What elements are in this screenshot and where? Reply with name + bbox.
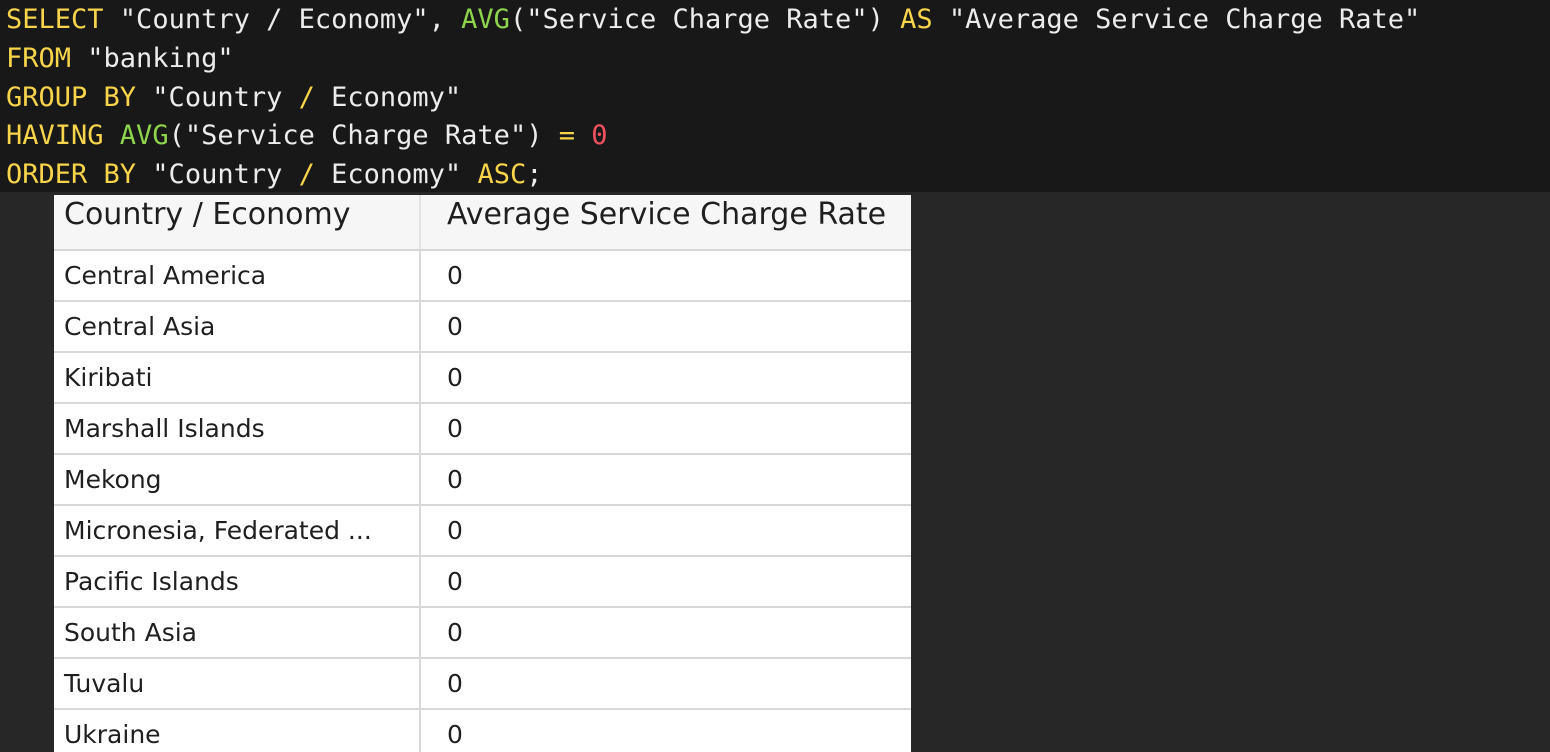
sql-number-literal: 0 xyxy=(591,120,608,152)
sql-line-select: SELECT "Country / Economy", AVG("Service… xyxy=(6,1,1550,40)
page: SELECT "Country / Economy", AVG("Service… xyxy=(0,0,1550,752)
cell-country-economy: Mekong xyxy=(54,454,420,506)
table-row[interactable]: Mekong 0 xyxy=(54,454,911,506)
sql-function-avg: AVG xyxy=(103,120,169,152)
sql-query-editor[interactable]: SELECT "Country / Economy", AVG("Service… xyxy=(0,0,1550,192)
table-row[interactable]: Tuvalu 0 xyxy=(54,658,911,710)
table-row[interactable]: Kiribati 0 xyxy=(54,352,911,404)
sql-line-having: HAVING AVG("Service Charge Rate") = 0 xyxy=(6,117,1550,156)
cell-average-service-charge-rate: 0 xyxy=(419,301,911,353)
cell-average-service-charge-rate: 0 xyxy=(419,454,911,506)
column-header-average-service-charge-rate[interactable]: Average Service Charge Rate xyxy=(419,195,911,251)
cell-country-economy: Kiribati xyxy=(54,352,420,404)
cell-average-service-charge-rate: 0 xyxy=(419,403,911,455)
table-row[interactable]: Central America 0 xyxy=(54,250,911,302)
sql-column-alias: "Average Service Charge Rate" xyxy=(932,4,1421,35)
query-results-panel: Country / Economy Average Service Charge… xyxy=(54,195,911,752)
sql-function-argument: ("Service Charge Rate") xyxy=(509,4,901,35)
sql-line-group-by: GROUP BY "Country / Economy" xyxy=(6,79,1550,118)
table-row[interactable]: South Asia 0 xyxy=(54,607,911,659)
sql-line-order-by: ORDER BY "Country / Economy" ASC; xyxy=(6,156,1550,192)
cell-country-economy: Central Asia xyxy=(54,301,420,353)
sql-order-column-start: "Country xyxy=(136,159,299,191)
cell-country-economy: Pacific Islands xyxy=(54,556,420,608)
cell-average-service-charge-rate: 0 xyxy=(419,250,911,302)
cell-country-economy: Tuvalu xyxy=(54,658,420,710)
table-row[interactable]: Pacific Islands 0 xyxy=(54,556,911,608)
sql-group-column-start: "Country xyxy=(136,81,299,113)
sql-line-from: FROM "banking" xyxy=(6,40,1550,79)
cell-country-economy: Micronesia, Federated ... xyxy=(54,505,420,557)
cell-average-service-charge-rate: 0 xyxy=(419,709,911,752)
cell-country-economy: Central America xyxy=(54,250,420,302)
sql-keyword-select: SELECT xyxy=(6,4,104,35)
cell-average-service-charge-rate: 0 xyxy=(419,352,911,404)
table-header-row: Country / Economy Average Service Charge… xyxy=(54,195,911,251)
column-header-country-economy[interactable]: Country / Economy xyxy=(54,195,420,251)
sql-keyword-as: AS xyxy=(900,4,933,35)
cell-average-service-charge-rate: 0 xyxy=(419,658,911,710)
sql-slash-operator: / xyxy=(298,159,315,191)
cell-average-service-charge-rate: 0 xyxy=(419,556,911,608)
cell-country-economy: Marshall Islands xyxy=(54,403,420,455)
table-row[interactable]: Marshall Islands 0 xyxy=(54,403,911,455)
results-table: Country / Economy Average Service Charge… xyxy=(54,195,911,752)
sql-keyword-asc: ASC xyxy=(477,159,527,191)
table-row[interactable]: Central Asia 0 xyxy=(54,301,911,353)
sql-order-column-end: Economy" xyxy=(314,159,478,191)
sql-column-name: "Country / Economy", xyxy=(103,4,462,35)
sql-semicolon: ; xyxy=(526,159,543,191)
sql-keyword-having: HAVING xyxy=(6,120,104,152)
cell-country-economy: Ukraine xyxy=(54,709,420,752)
cell-average-service-charge-rate: 0 xyxy=(419,607,911,659)
sql-function-argument: ("Service Charge Rate") xyxy=(168,120,559,152)
table-row[interactable]: Micronesia, Federated ... 0 xyxy=(54,505,911,557)
cell-average-service-charge-rate: 0 xyxy=(419,505,911,557)
sql-function-avg: AVG xyxy=(461,4,510,35)
cell-country-economy: South Asia xyxy=(54,607,420,659)
sql-keyword-order-by: ORDER BY xyxy=(6,159,137,191)
sql-group-column-end: Economy" xyxy=(314,81,462,113)
sql-slash-operator: / xyxy=(298,81,315,113)
sql-keyword-group-by: GROUP BY xyxy=(6,81,137,113)
sql-keyword-from: FROM xyxy=(6,42,72,74)
table-row[interactable]: Ukraine 0 xyxy=(54,709,911,752)
sql-table-name: "banking" xyxy=(71,42,234,74)
sql-equals-operator: = xyxy=(558,120,575,152)
sql-space xyxy=(575,120,591,151)
